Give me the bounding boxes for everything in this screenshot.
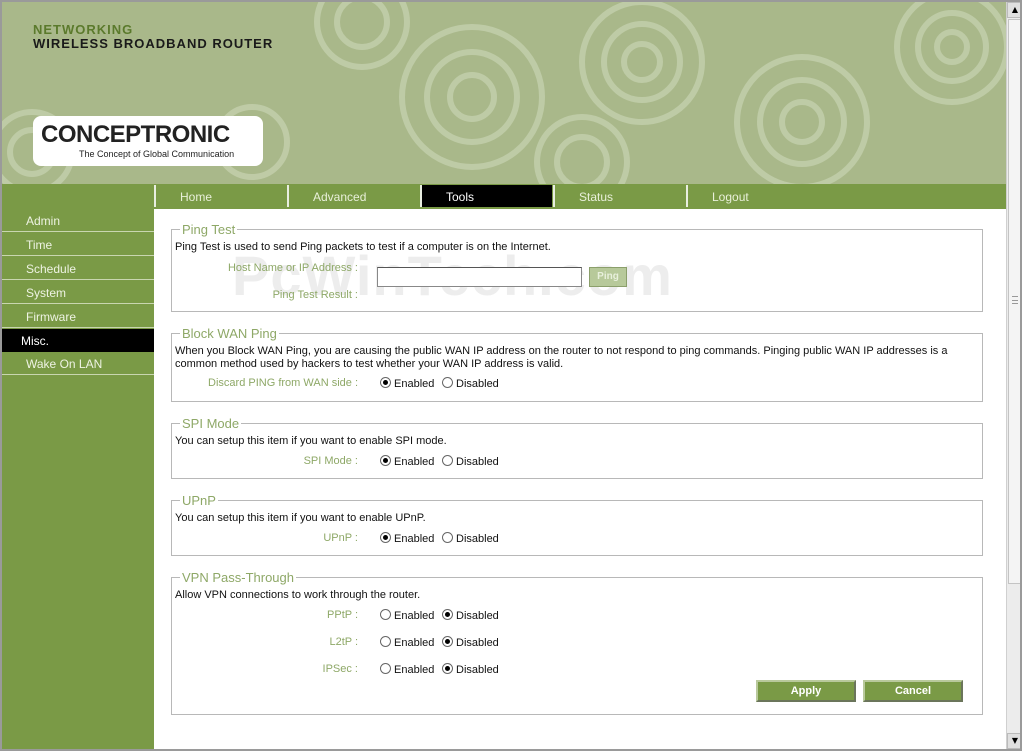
radio-icon[interactable] [380, 377, 391, 388]
scroll-down-arrow-icon[interactable]: ▼ [1007, 733, 1020, 749]
option-label: Enabled [394, 456, 435, 468]
sidebar-item-system[interactable]: System [2, 281, 154, 304]
tab-status[interactable]: Status [553, 185, 685, 207]
option-label: Disabled [456, 456, 499, 468]
radio-icon[interactable] [380, 532, 391, 543]
upnp-section: UPnP You can setup this item if you want… [171, 493, 983, 556]
sidebar: Admin Time Schedule System Firmware Misc… [2, 209, 154, 749]
block-wan-ping-legend: Block WAN Ping [182, 326, 277, 341]
upnp-legend: UPnP [182, 493, 216, 508]
main-content: PcWinTech.com Ping Test Ping Test is use… [154, 209, 1006, 749]
brand-category: NETWORKING [33, 22, 134, 37]
product-title: WIRELESS BROADBAND ROUTER [33, 36, 274, 51]
block-wan-ping-description: When you Block WAN Ping, you are causing… [175, 345, 948, 370]
upnp-description: You can setup this item if you want to e… [175, 512, 426, 524]
l2tp-disabled-option[interactable]: Disabled [442, 636, 499, 649]
sidebar-item-time[interactable]: Time [2, 233, 154, 256]
logo-wordmark: CONCEPTRONIC [41, 121, 230, 148]
option-label: Enabled [394, 637, 435, 649]
radio-icon[interactable] [380, 609, 391, 620]
browser-frame: NETWORKING WIRELESS BROADBAND ROUTER CON… [0, 0, 1022, 751]
option-label: Enabled [394, 533, 435, 545]
tab-tools[interactable]: Tools [420, 185, 552, 207]
spi-mode-label: SPI Mode : [303, 455, 358, 467]
spi-mode-legend: SPI Mode [182, 416, 240, 431]
radio-icon[interactable] [442, 532, 453, 543]
ipsec-enabled-option[interactable]: Enabled [380, 663, 434, 676]
top-nav: Home Advanced Tools Status Logout [2, 184, 1006, 209]
upnp-label: UPnP : [323, 532, 358, 544]
vpn-description: Allow VPN connections to work through th… [175, 589, 421, 601]
l2tp-enabled-option[interactable]: Enabled [380, 636, 434, 649]
radio-icon[interactable] [380, 455, 391, 466]
ipsec-label: IPSec : [322, 663, 358, 675]
spi-mode-section: SPI Mode You can setup this item if you … [171, 416, 983, 479]
spi-enabled-option[interactable]: Enabled [380, 455, 434, 468]
sidebar-item-firmware[interactable]: Firmware [2, 305, 154, 328]
option-label: Enabled [394, 378, 435, 390]
tab-advanced[interactable]: Advanced [287, 185, 419, 207]
radio-icon[interactable] [380, 636, 391, 647]
radio-icon[interactable] [442, 455, 453, 466]
vpn-passthrough-section: VPN Pass-Through Allow VPN connections t… [171, 570, 983, 715]
spi-mode-description: You can setup this item if you want to e… [175, 435, 447, 447]
ipsec-disabled-option[interactable]: Disabled [442, 663, 499, 676]
radio-icon[interactable] [442, 377, 453, 388]
tab-logout[interactable]: Logout [686, 185, 818, 207]
discard-ping-label: Discard PING from WAN side : [208, 377, 358, 389]
block-wan-ping-section: Block WAN Ping When you Block WAN Ping, … [171, 326, 983, 402]
ping-result-label: Ping Test Result : [272, 289, 358, 301]
scrollbar-thumb[interactable] [1008, 19, 1020, 584]
ping-button[interactable]: Ping [589, 267, 627, 287]
radio-icon[interactable] [380, 663, 391, 674]
option-label: Disabled [456, 610, 499, 622]
apply-button[interactable]: Apply [756, 680, 856, 702]
option-label: Disabled [456, 664, 499, 676]
host-label: Host Name or IP Address : [227, 262, 358, 274]
l2tp-label: L2tP : [329, 636, 358, 648]
option-label: Disabled [456, 378, 499, 390]
radio-icon[interactable] [442, 663, 453, 674]
logo-tagline: The Concept of Global Communication [79, 149, 235, 159]
pptp-disabled-option[interactable]: Disabled [442, 609, 499, 622]
ping-test-description: Ping Test is used to send Ping packets t… [175, 241, 551, 253]
upnp-disabled-option[interactable]: Disabled [442, 532, 499, 545]
grip-icon [1012, 296, 1018, 304]
spi-disabled-option[interactable]: Disabled [442, 455, 499, 468]
tab-home[interactable]: Home [154, 185, 286, 207]
ping-test-section: Ping Test Ping Test is used to send Ping… [171, 222, 983, 312]
upnp-enabled-option[interactable]: Enabled [380, 532, 434, 545]
host-input[interactable] [377, 267, 582, 287]
discard-ping-disabled-option[interactable]: Disabled [442, 377, 499, 390]
option-label: Disabled [456, 533, 499, 545]
scroll-up-arrow-icon[interactable]: ▲ [1007, 2, 1020, 18]
radio-icon[interactable] [442, 609, 453, 620]
sidebar-item-schedule[interactable]: Schedule [2, 257, 154, 280]
sidebar-item-misc[interactable]: Misc. [2, 329, 154, 352]
option-label: Disabled [456, 637, 499, 649]
vpn-passthrough-legend: VPN Pass-Through [182, 570, 294, 585]
pptp-enabled-option[interactable]: Enabled [380, 609, 434, 622]
vertical-scrollbar[interactable]: ▲ ▼ [1006, 2, 1020, 749]
conceptronic-logo: CONCEPTRONIC The Concept of Global Commu… [33, 116, 263, 166]
pptp-label: PPtP : [327, 609, 358, 621]
header-banner: NETWORKING WIRELESS BROADBAND ROUTER CON… [2, 2, 1006, 184]
option-label: Enabled [394, 610, 435, 622]
discard-ping-enabled-option[interactable]: Enabled [380, 377, 434, 390]
cancel-button[interactable]: Cancel [863, 680, 963, 702]
radio-icon[interactable] [442, 636, 453, 647]
option-label: Enabled [394, 664, 435, 676]
ping-test-legend: Ping Test [182, 222, 236, 237]
sidebar-item-wake-on-lan[interactable]: Wake On LAN [2, 352, 154, 375]
sidebar-item-admin[interactable]: Admin [2, 209, 154, 232]
